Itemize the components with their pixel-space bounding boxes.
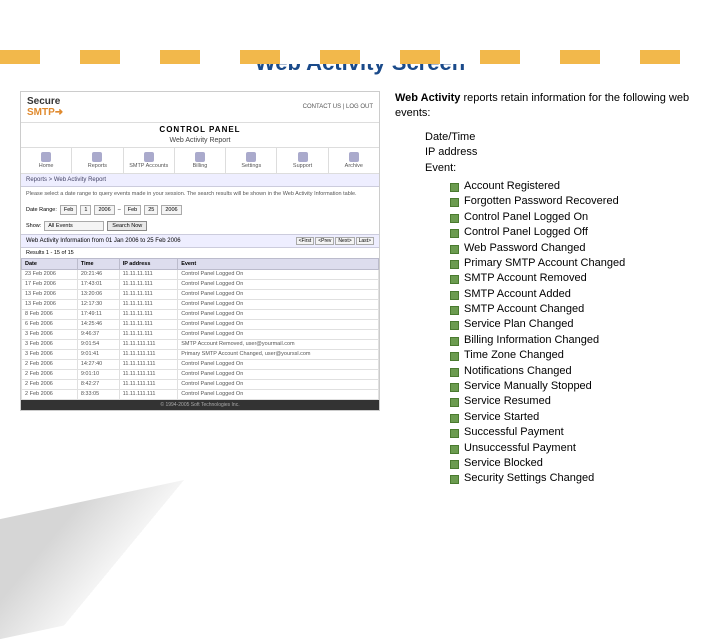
cp-title: CONTROL PANEL [21,123,379,136]
event-list: Account RegisteredForgotten Password Rec… [395,179,700,487]
activity-table: DateTimeIP addressEvent 23 Feb 200620:21… [21,258,379,400]
field-item: Date/Time [425,130,700,145]
table-row: 23 Feb 200620:21:4611.11.11.111Control P… [22,269,379,279]
pager-btn[interactable]: Last> [356,237,374,245]
table-row: 3 Feb 20069:01:4111.11.111.111Primary SM… [22,349,379,359]
table-row: 2 Feb 20068:33:0511.11.111.111Control Pa… [22,389,379,399]
field-list: Date/TimeIP addressEvent: [395,130,700,176]
event-item: Billing Information Changed [450,333,700,348]
event-item: Account Registered [450,179,700,194]
event-item: Service Manually Stopped [450,379,700,394]
tab-reports[interactable]: Reports [72,148,123,173]
info-heading: Web Activity Information from 01 Jan 200… [26,238,181,244]
event-item: Service Plan Changed [450,317,700,332]
filter-row: Date Range: Feb 1 2006 – Feb 25 2006 [21,202,379,218]
to-year[interactable]: 2006 [161,205,181,215]
event-item: Unsuccessful Payment [450,441,700,456]
tab-archive[interactable]: Archive [329,148,379,173]
table-row: 13 Feb 200612:17:3011.11.11.111Control P… [22,299,379,309]
event-item: Successful Payment [450,425,700,440]
field-item: IP address [425,145,700,160]
tab-support[interactable]: Support [277,148,328,173]
table-row: 17 Feb 200617:43:0111.11.11.111Control P… [22,279,379,289]
nav-tabs: HomeReportsSMTP AccountsBillingSettingsS… [21,147,379,174]
from-year[interactable]: 2006 [94,205,114,215]
event-item: Forgotten Password Recovered [450,194,700,209]
event-item: SMTP Account Removed [450,271,700,286]
header-links: CONTACT US | LOG OUT [303,104,373,110]
filter-row-2: Show: All Events Search Now [21,218,379,234]
event-item: Security Settings Changed [450,471,700,486]
logo: Secure SMTP➜ [27,96,63,118]
table-row: 3 Feb 20069:46:3711.11.11.111Control Pan… [22,329,379,339]
col-header: Time [77,258,119,269]
decorative-wedge [0,477,200,643]
table-row: 2 Feb 20069:01:1011.11.111.111Control Pa… [22,369,379,379]
pager-btn[interactable]: Next> [335,237,354,245]
event-item: Web Password Changed [450,241,700,256]
tab-smtp-accounts[interactable]: SMTP Accounts [124,148,175,173]
event-item: SMTP Account Added [450,287,700,302]
event-item: SMTP Account Changed [450,302,700,317]
search-button[interactable]: Search Now [107,221,147,231]
field-item: Event: [425,161,700,176]
control-panel-screenshot: Secure SMTP➜ CONTACT US | LOG OUT CONTRO… [20,91,380,411]
tab-home[interactable]: Home [21,148,72,173]
table-row: 6 Feb 200614:25:4611.11.11.111Control Pa… [22,319,379,329]
results-count: Results 1 - 15 of 15 [21,248,379,258]
panel-footer: © 1994-2005 Soft Technologies Inc. [21,400,379,410]
pager: <First<PrevNext>Last> [295,238,374,244]
event-item: Notifications Changed [450,364,700,379]
event-item: Service Resumed [450,394,700,409]
to-day[interactable]: 25 [144,205,158,215]
table-row: 8 Feb 200617:49:1111.11.11.111Control Pa… [22,309,379,319]
table-row: 3 Feb 20069:01:5411.11.111.111SMTP Accou… [22,339,379,349]
event-item: Time Zone Changed [450,348,700,363]
pager-btn[interactable]: <Prev [315,237,334,245]
col-header: IP address [119,258,178,269]
event-item: Control Panel Logged On [450,210,700,225]
event-item: Service Started [450,410,700,425]
event-item: Service Blocked [450,456,700,471]
show-select[interactable]: All Events [44,221,104,231]
instruction-text: Please select a date range to query even… [21,187,379,202]
to-month[interactable]: Feb [124,205,141,215]
from-month[interactable]: Feb [60,205,77,215]
event-item: Control Panel Logged Off [450,225,700,240]
col-header: Date [22,258,78,269]
table-row: 13 Feb 200613:20:0611.11.11.111Control P… [22,289,379,299]
table-row: 2 Feb 200614:27:4011.11.111.111Control P… [22,359,379,369]
pager-btn[interactable]: <First [296,237,315,245]
top-stripes [0,50,720,64]
cp-subtitle: Web Activity Report [21,136,379,147]
from-day[interactable]: 1 [80,205,91,215]
table-row: 2 Feb 20068:42:2711.11.111.111Control Pa… [22,379,379,389]
col-header: Event [178,258,379,269]
tab-billing[interactable]: Billing [175,148,226,173]
tab-settings[interactable]: Settings [226,148,277,173]
intro-text: Web Activity reports retain information … [395,91,700,122]
breadcrumb: Reports > Web Activity Report [21,174,379,187]
event-item: Primary SMTP Account Changed [450,256,700,271]
